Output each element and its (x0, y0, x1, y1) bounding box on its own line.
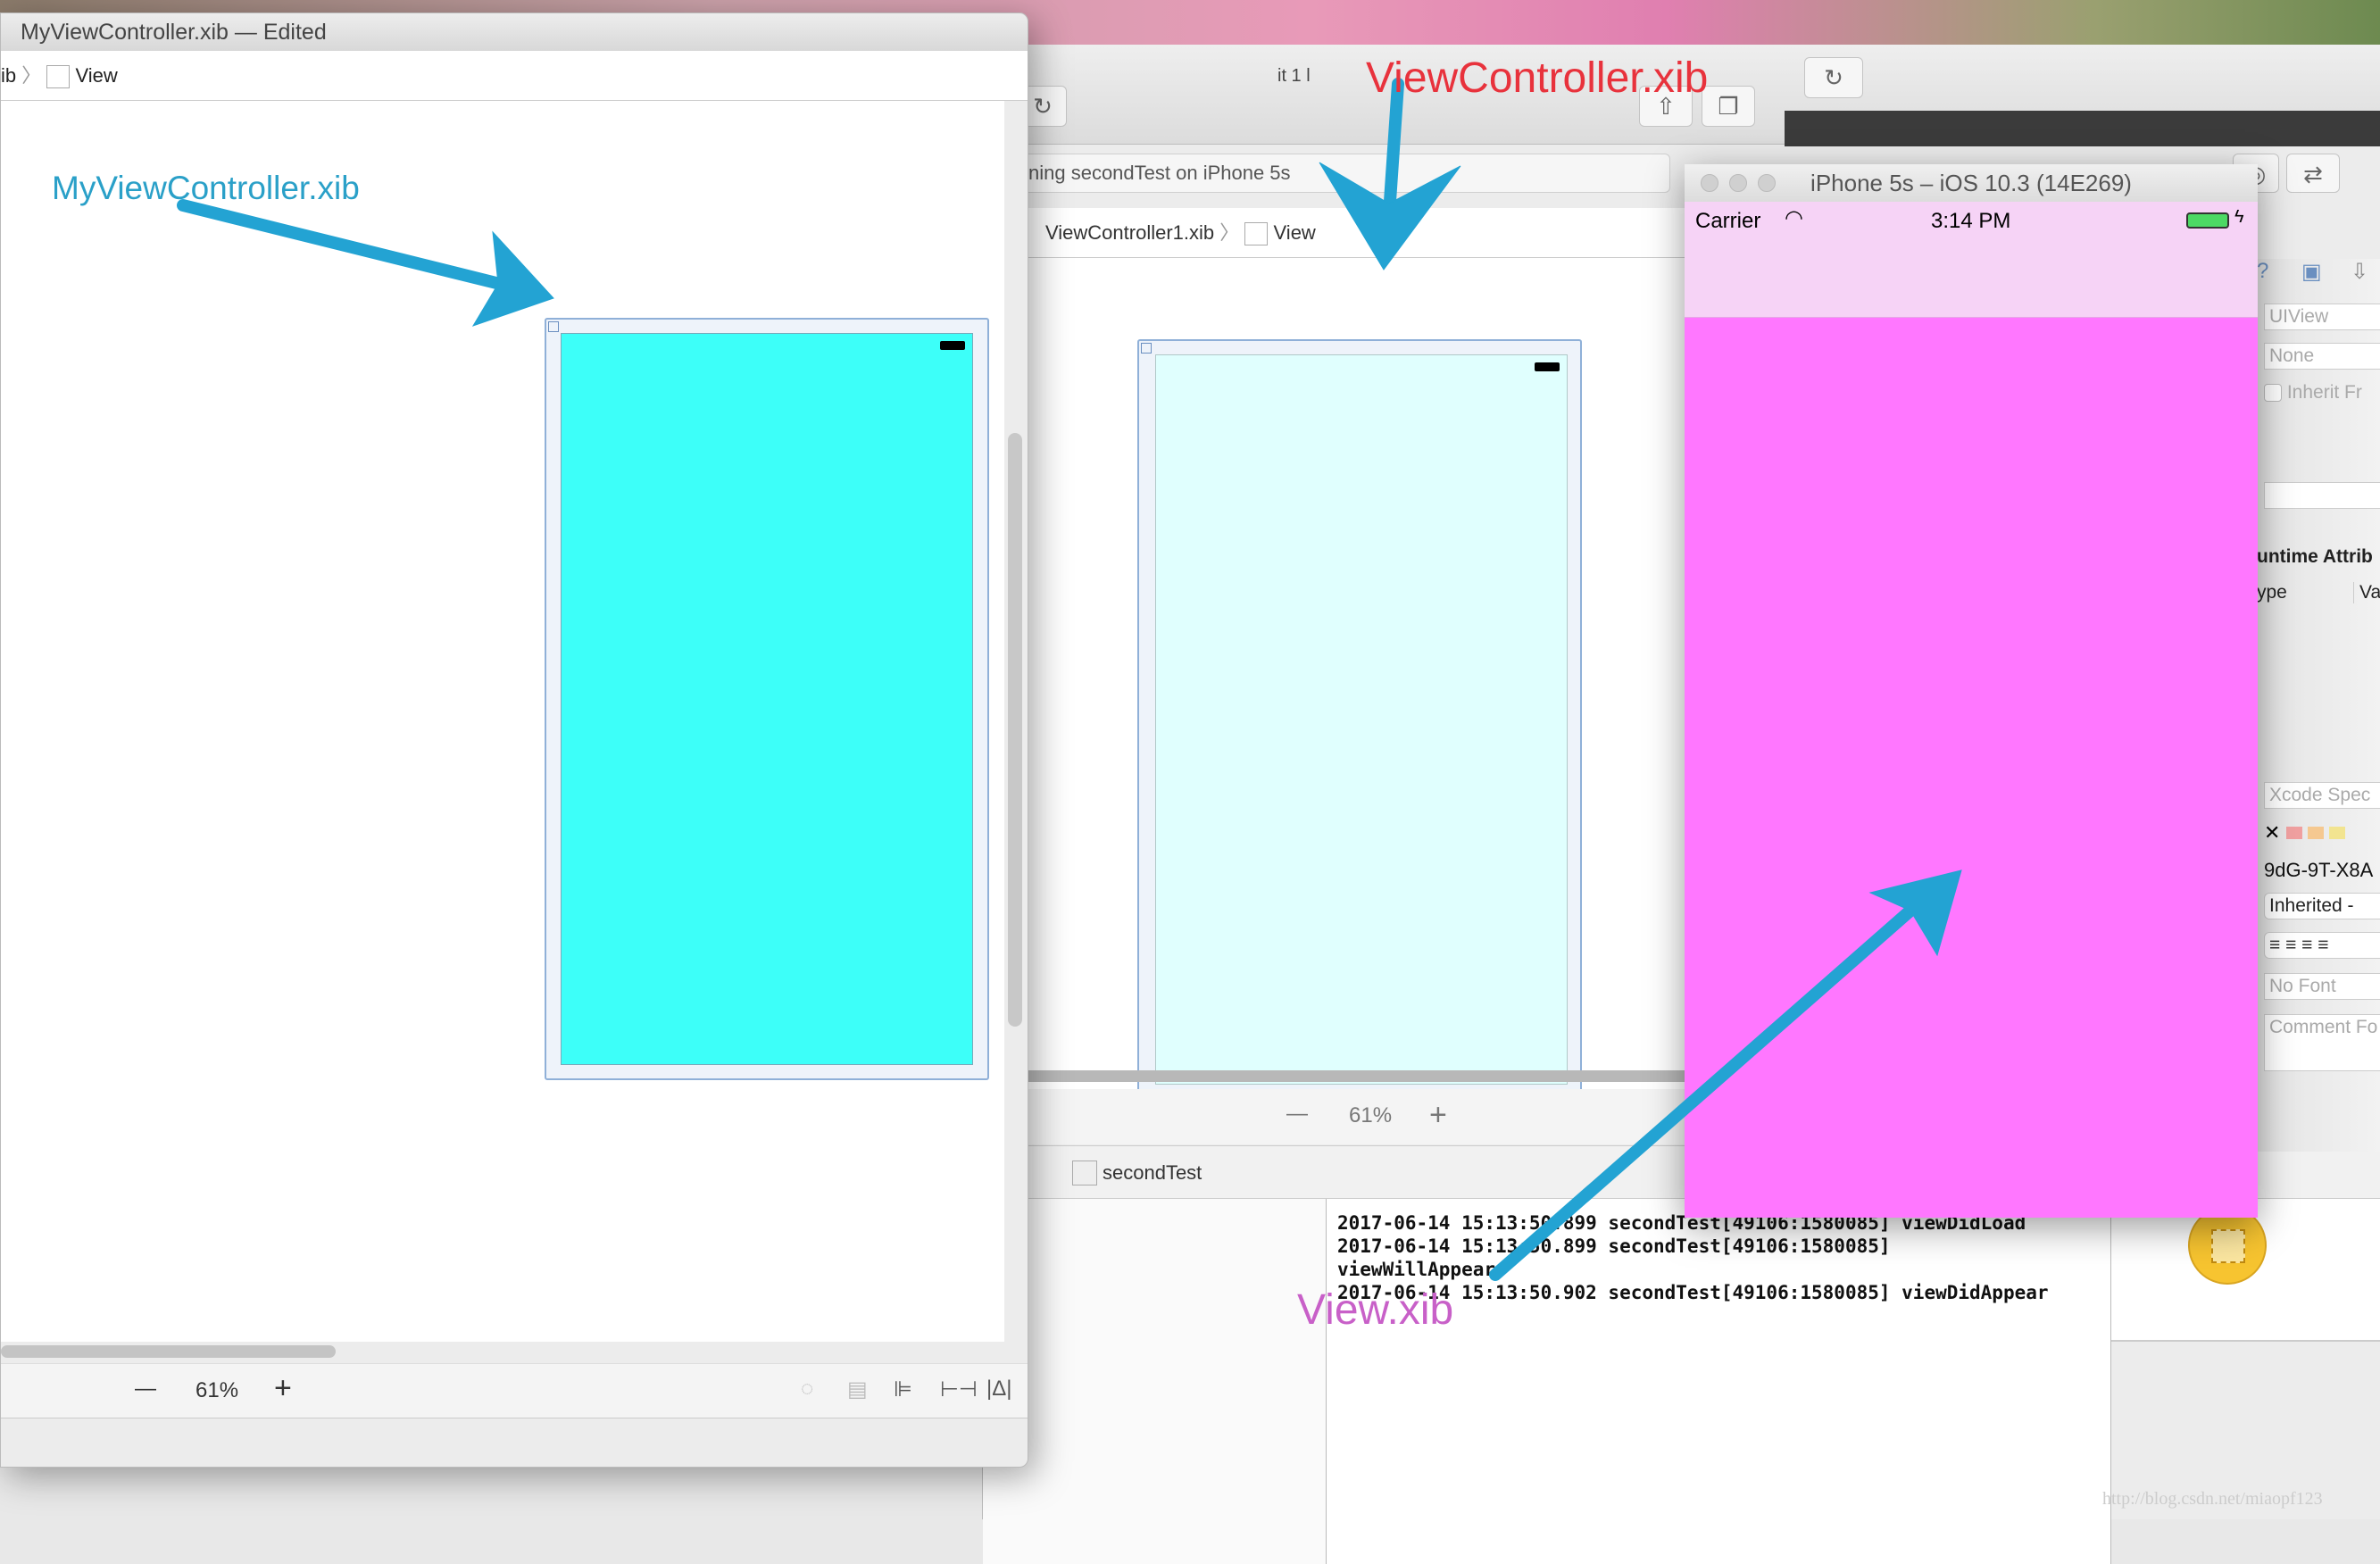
annotation-view: View.xib (1297, 1286, 1454, 1334)
arrow-shaft-myvc (177, 199, 506, 290)
annotation-arrows (177, 78, 1962, 1281)
annotation-viewcontroller: ViewController.xib (1366, 54, 1709, 102)
arrow-head-view (1868, 869, 1962, 957)
annotation-myviewcontroller: MyViewController.xib (52, 170, 360, 206)
arrow-shaft-vc (1383, 78, 1404, 220)
watermark: http://blog.csdn.net/miaopf123 (2102, 1489, 2323, 1509)
arrow-shaft-view (1489, 904, 1917, 1281)
